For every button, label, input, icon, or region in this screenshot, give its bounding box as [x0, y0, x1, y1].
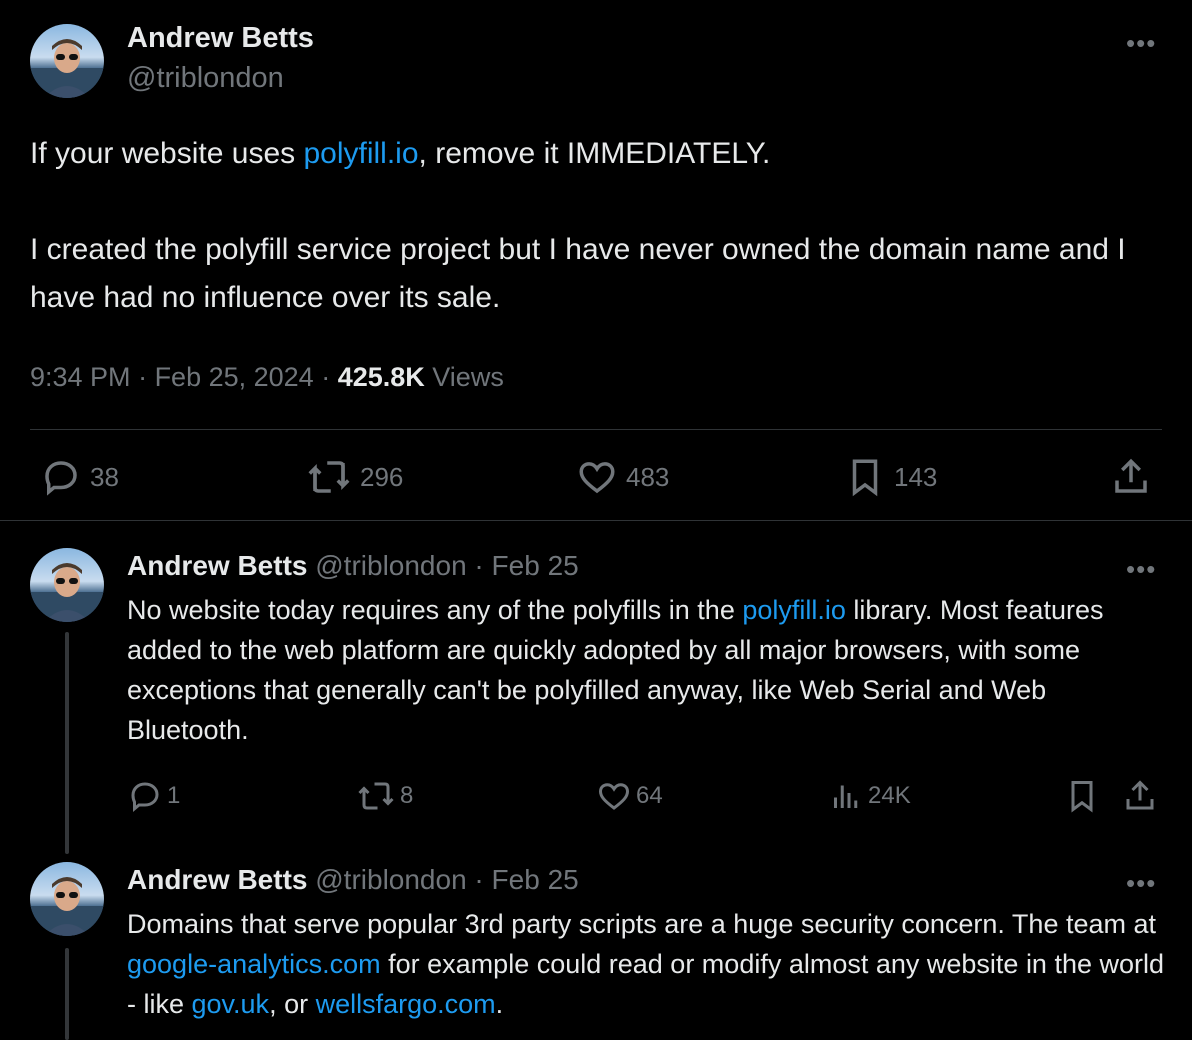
- share-button[interactable]: [1110, 456, 1152, 498]
- author-handle[interactable]: @triblondon: [127, 62, 284, 95]
- reply-avatar[interactable]: [30, 548, 104, 622]
- author-avatar[interactable]: [30, 24, 104, 98]
- tweet-meta: 9:34 PM · Feb 25, 2024 · 425.8K Views: [30, 362, 504, 392]
- tweet-paragraph-1: If your website uses polyfill.io, remove…: [30, 137, 771, 170]
- repost-button[interactable]: 8: [356, 778, 413, 814]
- reply-date[interactable]: Feb 25: [492, 550, 579, 581]
- repost-count: 8: [400, 782, 414, 809]
- polyfill-link[interactable]: polyfill.io: [303, 137, 418, 170]
- wellsfargo-link[interactable]: wellsfargo.com: [316, 989, 496, 1019]
- share-icon: [1126, 780, 1154, 810]
- bookmark-button[interactable]: [1064, 778, 1100, 814]
- reply-header: Andrew Betts @triblondon · Feb 25: [127, 550, 579, 581]
- thread-connector: [65, 632, 69, 854]
- gov-uk-link[interactable]: gov.uk: [192, 989, 270, 1019]
- repost-button[interactable]: 296: [306, 456, 403, 498]
- author-name[interactable]: Andrew Betts: [127, 22, 314, 55]
- views-button[interactable]: 24K: [828, 778, 911, 814]
- views-label: Views: [424, 362, 504, 392]
- reply-count: 38: [90, 461, 119, 492]
- reply-author-handle[interactable]: @triblondon: [315, 550, 466, 581]
- heart-icon: [579, 462, 615, 494]
- reply-icon: [131, 782, 159, 812]
- like-count: 64: [636, 782, 663, 809]
- like-button[interactable]: 483: [576, 456, 669, 498]
- tweet-paragraph-2: I created the polyfill service project b…: [30, 233, 1126, 314]
- analytics-icon: [834, 785, 858, 808]
- reply-author-name[interactable]: Andrew Betts: [127, 550, 307, 581]
- reply-author-handle[interactable]: @triblondon: [315, 864, 466, 895]
- repost-count: 296: [360, 461, 404, 492]
- views-count: 24K: [868, 782, 911, 809]
- bookmark-icon: [852, 459, 878, 497]
- bookmark-icon: [1071, 781, 1093, 813]
- google-analytics-link[interactable]: google-analytics.com: [127, 949, 381, 979]
- bookmark-count: 143: [894, 461, 938, 492]
- repost-icon: [358, 782, 394, 810]
- more-options-icon[interactable]: •••: [1126, 870, 1156, 896]
- reply-avatar[interactable]: [30, 862, 104, 936]
- divider: [30, 429, 1162, 430]
- views-count: 425.8K: [337, 362, 425, 392]
- reply-count: 1: [167, 782, 181, 809]
- heart-icon: [598, 783, 630, 810]
- bookmark-button[interactable]: 143: [844, 456, 937, 498]
- reply-date[interactable]: Feb 25: [492, 864, 579, 895]
- share-button[interactable]: [1122, 778, 1158, 814]
- tweet-text: If your website uses polyfill.io, remove…: [30, 130, 1160, 322]
- thread-connector: [65, 948, 69, 1040]
- like-button[interactable]: 64: [596, 778, 663, 814]
- more-options-icon[interactable]: •••: [1126, 30, 1156, 56]
- reply-author-name[interactable]: Andrew Betts: [127, 864, 307, 895]
- divider: [0, 520, 1192, 521]
- tweet-time[interactable]: 9:34 PM: [30, 362, 131, 392]
- more-options-icon[interactable]: •••: [1126, 556, 1156, 582]
- reply-icon: [45, 461, 77, 496]
- share-icon: [1115, 458, 1147, 493]
- reply-header: Andrew Betts @triblondon · Feb 25: [127, 864, 579, 895]
- like-count: 483: [626, 461, 670, 492]
- avatar-photo: [30, 39, 104, 98]
- avatar-photo: [30, 877, 104, 936]
- polyfill-link[interactable]: polyfill.io: [742, 595, 846, 625]
- repost-icon: [308, 461, 350, 493]
- reply-button[interactable]: 1: [127, 778, 180, 814]
- reply-text: Domains that serve popular 3rd party scr…: [127, 909, 1165, 1019]
- avatar-photo: [30, 563, 104, 622]
- reply-button[interactable]: 38: [40, 456, 119, 498]
- tweet-date[interactable]: Feb 25, 2024: [155, 362, 314, 392]
- reply-text: No website today requires any of the pol…: [127, 595, 1104, 745]
